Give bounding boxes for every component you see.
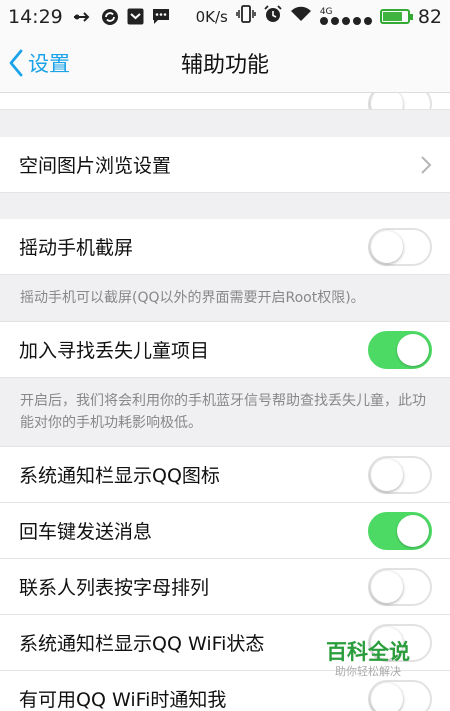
back-label: 设置 (28, 52, 70, 76)
toggle-knob (371, 458, 403, 491)
row-shake-screenshot: 摇动手机截屏 (0, 219, 450, 275)
status-time: 14:29 (8, 5, 63, 28)
row-label: 有可用QQ WiFi时通知我 (19, 689, 227, 711)
network-speed: 0K/s (195, 7, 228, 26)
row-label: 回车键发送消息 (19, 521, 153, 543)
alarm-icon (264, 5, 282, 28)
shake-screenshot-description: 摇动手机可以截屏(QQ以外的界面需要开启Root权限)。 (0, 275, 450, 322)
partial-row-top (0, 93, 450, 110)
navigation-bar: 设置 辅助功能 (0, 33, 450, 93)
status-bar: 14:29 0K/s 4G 82 (0, 0, 450, 33)
message-icon (152, 8, 170, 25)
toggle-knob (371, 570, 403, 603)
watermark-title: 百科全说 (326, 640, 410, 664)
enter-send-toggle[interactable] (368, 511, 432, 550)
find-children-toggle[interactable] (368, 330, 432, 369)
toggle-switch[interactable] (368, 93, 432, 109)
row-label: 空间图片浏览设置 (19, 155, 172, 177)
row-label: 系统通知栏显示QQ WiFi状态 (19, 633, 265, 655)
shake-screenshot-toggle[interactable] (368, 227, 432, 266)
watermark: 百科全说 助你轻松解决 (318, 640, 418, 680)
vibrate-icon (236, 5, 256, 28)
wifi-notify-toggle[interactable] (368, 679, 432, 711)
sync-icon (101, 8, 119, 26)
find-children-description: 开启后，我们将会利用你的手机蓝牙信号帮助查找丢失儿童，此功能对你的手机功耗影响极… (0, 378, 450, 447)
contacts-sort-toggle[interactable] (368, 567, 432, 606)
watermark-subtitle: 助你轻松解决 (335, 665, 401, 678)
row-label: 加入寻找丢失儿童项目 (19, 340, 210, 362)
section-gap (0, 193, 450, 219)
back-button[interactable]: 设置 (8, 33, 70, 93)
settings-list: 空间图片浏览设置 摇动手机截屏 摇动手机可以截屏(QQ以外的界面需要开启Root… (0, 93, 450, 711)
row-space-image-settings[interactable]: 空间图片浏览设置 (0, 137, 450, 193)
toggle-knob (371, 93, 403, 109)
row-label: 系统通知栏显示QQ图标 (19, 465, 220, 487)
chevron-left-icon (9, 49, 23, 77)
toggle-knob (397, 514, 429, 547)
row-contacts-sort: 联系人列表按字母排列 (0, 559, 450, 615)
pocket-icon (127, 8, 144, 25)
battery-level: 82 (417, 5, 442, 28)
signal-icon (319, 17, 372, 25)
row-find-children: 加入寻找丢失儿童项目 (0, 322, 450, 378)
network-type: 4G (319, 7, 333, 17)
row-label: 联系人列表按字母排列 (19, 577, 210, 599)
row-enter-send: 回车键发送消息 (0, 503, 450, 559)
notification-qq-icon-toggle[interactable] (368, 455, 432, 494)
row-label: 摇动手机截屏 (19, 237, 134, 259)
row-notification-qq-icon: 系统通知栏显示QQ图标 (0, 447, 450, 503)
section-gap (0, 110, 450, 137)
chevron-right-icon (421, 155, 432, 174)
toggle-knob (371, 682, 403, 711)
toggle-knob (397, 333, 429, 366)
usb-icon (73, 10, 93, 24)
wifi-icon (290, 6, 312, 27)
battery-icon (379, 9, 413, 24)
toggle-knob (371, 230, 403, 263)
